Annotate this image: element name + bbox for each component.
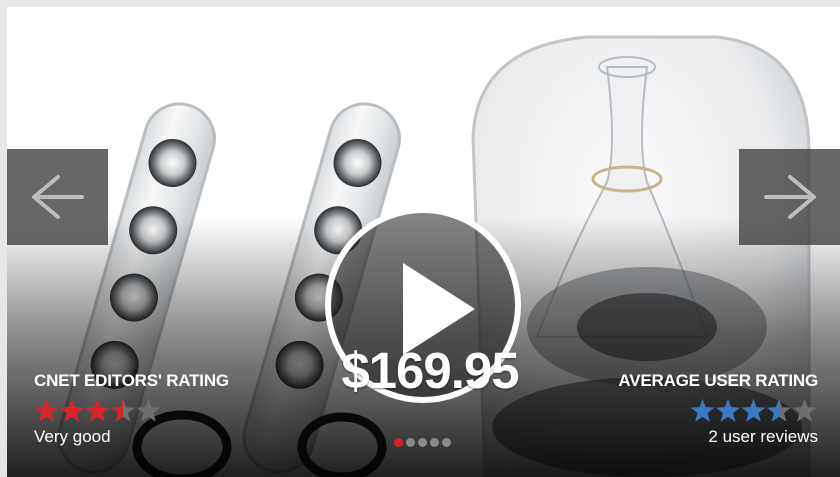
pagination-dot-3[interactable] — [418, 438, 427, 447]
editors-star-2 — [60, 399, 84, 422]
editors-rating-label: CNET EDITORS' RATING — [34, 371, 229, 390]
user-star-5 — [792, 399, 817, 422]
pagination-dot-1[interactable] — [394, 438, 403, 447]
user-star-1 — [690, 399, 715, 422]
pagination-dot-4[interactable] — [430, 438, 439, 447]
user-rating: AVERAGE USER RATING 2 user reviews — [618, 371, 818, 447]
user-reviews-link[interactable]: 2 user reviews — [618, 427, 818, 447]
product-carousel: $169.95 CNET EDITORS' RATING Very good A… — [7, 7, 840, 477]
editors-star-1 — [34, 399, 59, 422]
arrow-right-icon — [763, 175, 816, 219]
next-slide-button[interactable] — [739, 149, 840, 245]
pagination-dot-2[interactable] — [406, 438, 415, 447]
user-rating-label: AVERAGE USER RATING — [618, 371, 818, 390]
editors-star-row — [34, 399, 161, 422]
product-price: $169.95 — [341, 342, 519, 399]
user-rating-stars — [618, 399, 818, 423]
editors-star-4 — [111, 399, 135, 422]
editors-star-5 — [136, 399, 161, 422]
editors-rating-stars — [34, 399, 229, 423]
user-star-3 — [741, 399, 766, 422]
editors-rating-text: Very good — [34, 427, 111, 446]
previous-slide-button[interactable] — [7, 149, 108, 245]
editors-rating: CNET EDITORS' RATING Very good — [34, 371, 229, 447]
user-star-2 — [716, 399, 740, 422]
user-star-4 — [767, 399, 791, 422]
pagination-dot-5[interactable] — [442, 438, 451, 447]
editors-star-3 — [85, 399, 110, 422]
user-star-row — [690, 399, 817, 422]
carousel-pagination — [394, 438, 451, 447]
arrow-left-icon — [31, 175, 84, 219]
